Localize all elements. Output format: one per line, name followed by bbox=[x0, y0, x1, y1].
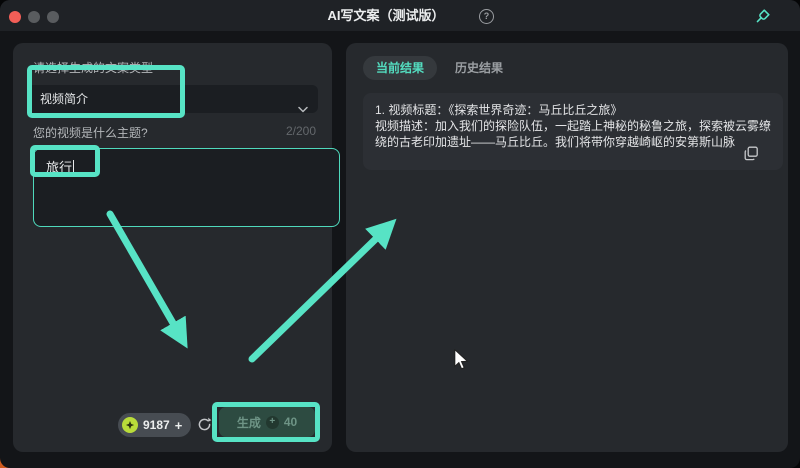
add-credits-button[interactable]: + bbox=[175, 419, 183, 432]
window-title: AI写文案（测试版） bbox=[327, 0, 444, 31]
chevron-down-icon bbox=[298, 95, 308, 123]
copy-icon[interactable] bbox=[744, 146, 759, 161]
annotation-rect-generate-button bbox=[212, 402, 320, 442]
topic-question-label: 您的视频是什么主题? bbox=[33, 124, 148, 141]
result-description-line: 视频描述：加入我们的探险队伍，一起踏上神秘的秘鲁之旅，探索被云雾缭绕的古老印加遗… bbox=[375, 118, 771, 150]
app-window: AI写文案（测试版） ? 请选择生成的文案类型 视频简介 您的视频是什么主题? … bbox=[0, 0, 800, 468]
annotation-rect-dropdown bbox=[27, 65, 185, 118]
tab-current-results[interactable]: 当前结果 bbox=[363, 56, 437, 80]
tab-history-results[interactable]: 历史结果 bbox=[453, 56, 505, 80]
close-window-button[interactable] bbox=[9, 11, 21, 23]
char-counter: 2/200 bbox=[286, 124, 316, 138]
results-panel: 当前结果 历史结果 1. 视频标题：《探索世界奇迹：马丘比丘之旅》 视频描述：加… bbox=[346, 43, 788, 452]
pin-icon[interactable] bbox=[752, 7, 772, 27]
zoom-window-button[interactable] bbox=[47, 11, 59, 23]
titlebar: AI写文案（测试版） ? bbox=[0, 0, 800, 31]
result-card: 1. 视频标题：《探索世界奇迹：马丘比丘之旅》 视频描述：加入我们的探险队伍，一… bbox=[363, 93, 783, 170]
credit-balance: 9187 bbox=[143, 418, 170, 432]
help-icon[interactable]: ? bbox=[479, 9, 494, 24]
annotation-rect-topic-input bbox=[30, 145, 100, 177]
results-tabs: 当前结果 历史结果 bbox=[363, 56, 505, 80]
refresh-icon[interactable] bbox=[196, 416, 213, 433]
result-title-line: 1. 视频标题：《探索世界奇迹：马丘比丘之旅》 bbox=[375, 102, 771, 118]
minimize-window-button[interactable] bbox=[28, 11, 40, 23]
credit-balance-pill[interactable]: 9187 + bbox=[118, 413, 191, 437]
coin-icon bbox=[122, 417, 138, 433]
